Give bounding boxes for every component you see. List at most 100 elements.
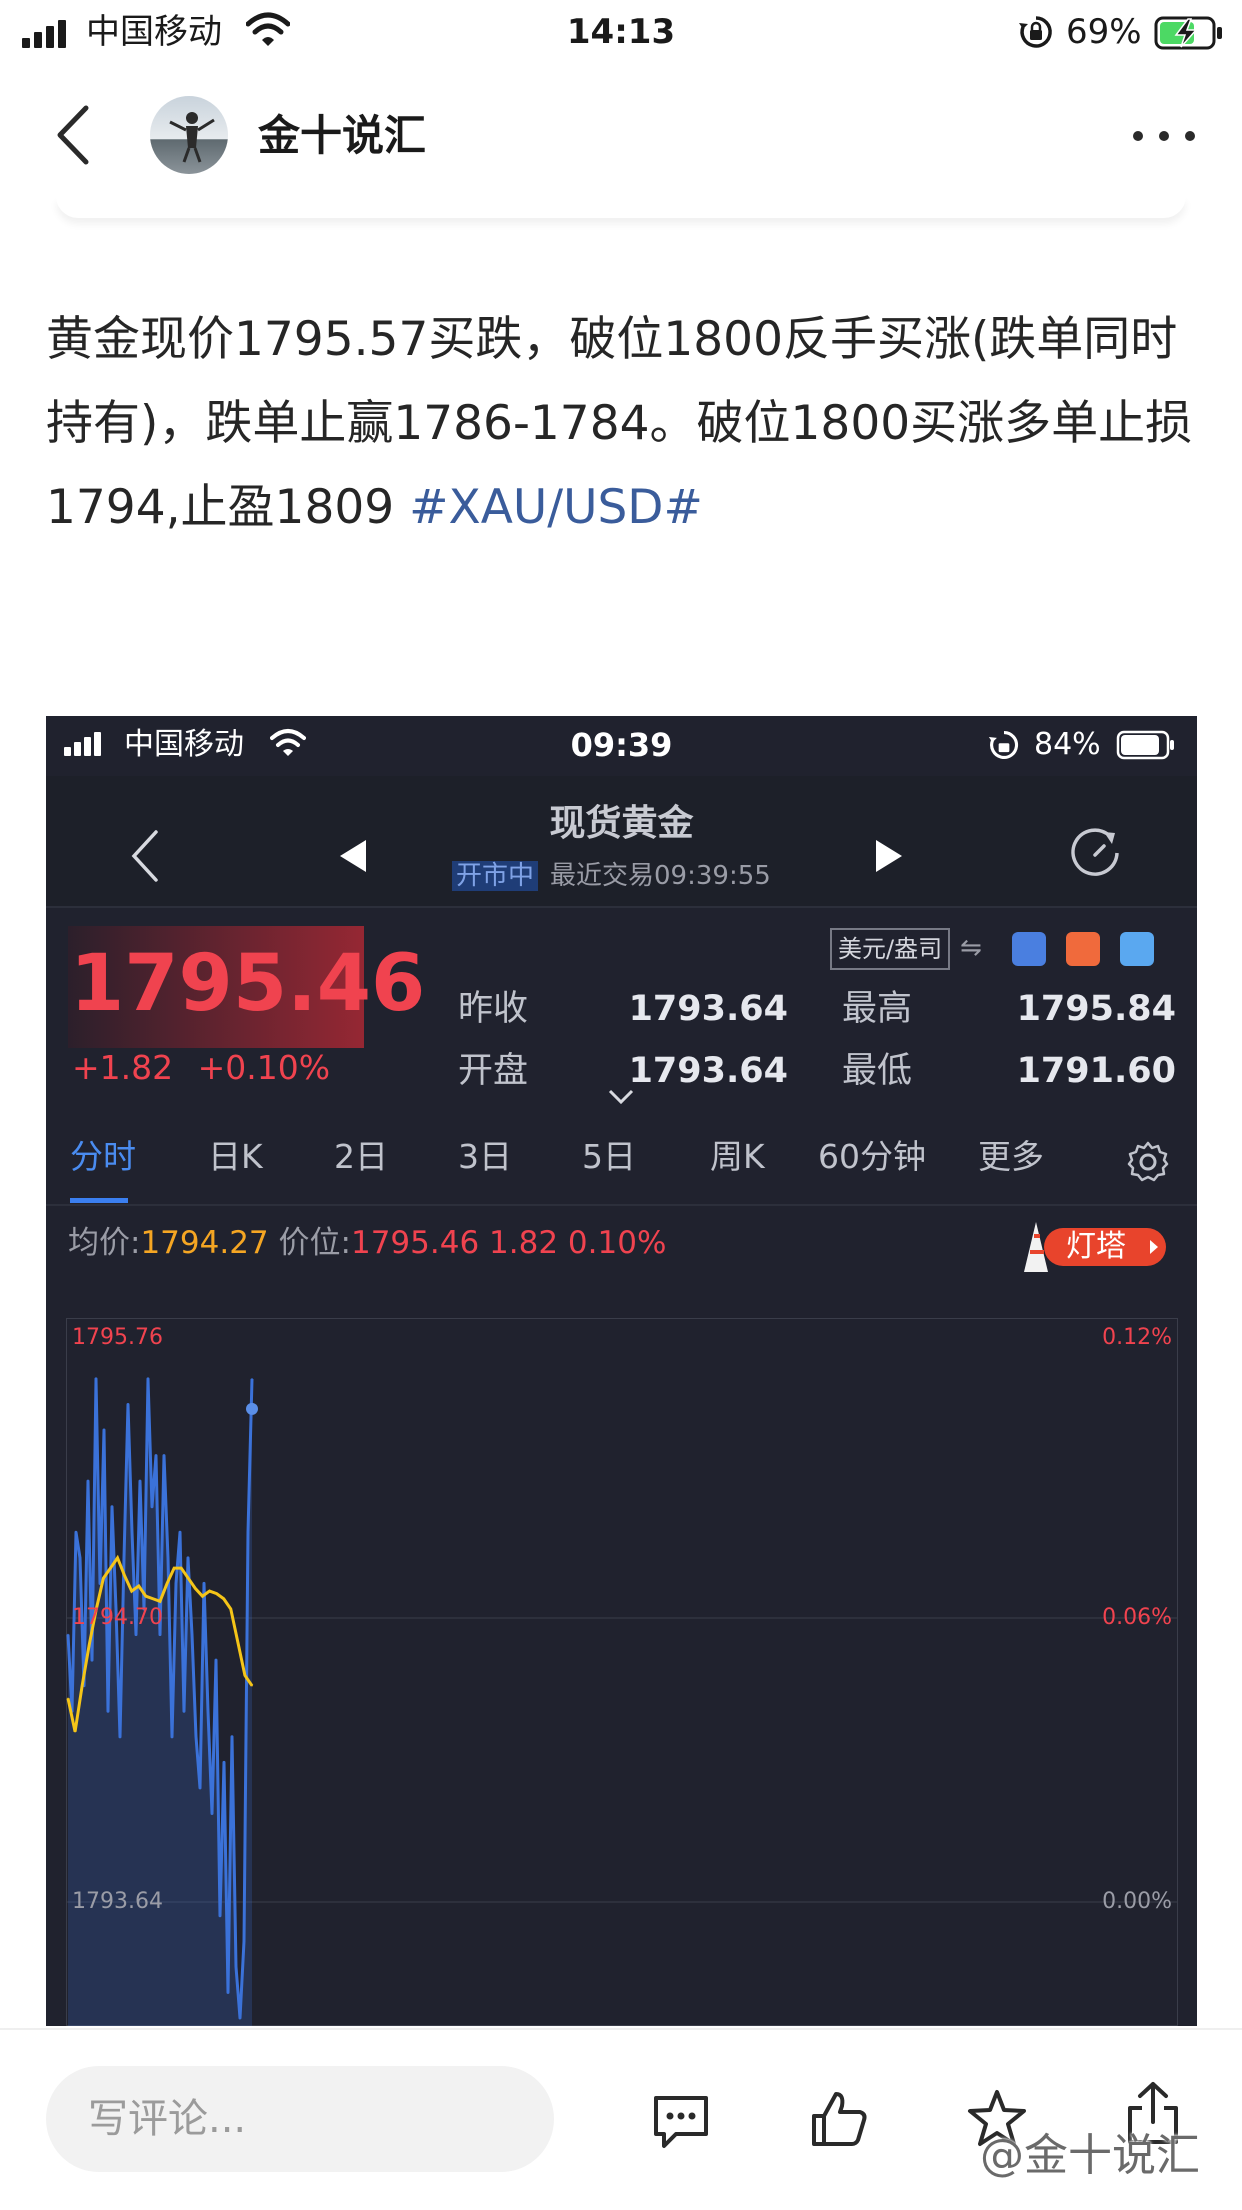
average-point <box>244 1674 246 1677</box>
last-price-marker <box>246 1402 258 1415</box>
lighthouse-badge[interactable]: 灯塔 <box>1014 1218 1168 1274</box>
header-card-edge <box>56 196 1186 218</box>
tab-3-day[interactable]: 3日 <box>458 1132 512 1182</box>
price-point <box>79 1557 81 1559</box>
average-point <box>137 1585 140 1587</box>
lighthouse-tool-icon[interactable] <box>1066 932 1100 966</box>
embedded-header: 现货黄金 开市中 最近交易09:39:55 <box>46 776 1197 908</box>
chart-period-tabs: 分时 日K 2日 3日 5日 周K 60分钟 更多 <box>46 1118 1197 1206</box>
avg-row-change-pct: 0.10% <box>567 1225 667 1261</box>
status-bar: 中国移动 14:13 69% <box>0 0 1242 64</box>
average-point <box>187 1577 190 1580</box>
price-point <box>159 1633 161 1636</box>
average-price-row: 均价:1794.27 价位:1795.46 1.82 0.10% <box>68 1220 666 1266</box>
price-point <box>139 1480 141 1482</box>
embedded-time: 09:39 <box>570 726 673 764</box>
price-point <box>123 1557 125 1559</box>
price-point <box>183 1710 185 1713</box>
last-price-dot <box>246 1402 258 1415</box>
intraday-chart[interactable]: 1795.76 1794.70 1793.64 0.12% 0.06% 0.00… <box>66 1318 1178 2026</box>
price-point <box>191 1633 193 1636</box>
more-options-button[interactable] <box>1128 116 1200 156</box>
average-point <box>74 1730 76 1733</box>
back-button[interactable] <box>40 100 110 170</box>
price-point <box>219 1914 221 1917</box>
unit-swap-icon[interactable]: ⇋ <box>960 930 982 966</box>
tab-2-day[interactable]: 2日 <box>334 1132 388 1182</box>
active-tab-indicator <box>70 1198 128 1203</box>
rotation-lock-icon <box>1019 16 1052 48</box>
pie-chart-tool-icon[interactable] <box>1120 932 1154 966</box>
average-point <box>123 1574 126 1577</box>
price-point <box>95 1378 97 1380</box>
author-name[interactable]: 金十说汇 <box>258 108 426 164</box>
battery-percentage: 69% <box>1066 12 1142 52</box>
price-point <box>107 1710 109 1713</box>
average-point <box>116 1557 119 1559</box>
comment-input[interactable] <box>46 2066 554 2172</box>
change-value: +1.82 <box>72 1048 174 1087</box>
watermark: @金十说汇 <box>980 2130 1200 2181</box>
average-point <box>81 1684 83 1687</box>
embedded-screenshot[interactable]: 中国移动 09:39 84% 现货黄金 开市中 最近交易09:39:55 179… <box>46 716 1197 2026</box>
gear-icon[interactable] <box>1126 1140 1170 1184</box>
average-point <box>166 1582 168 1585</box>
market-status-row: 开市中 最近交易09:39:55 <box>452 858 771 894</box>
price-point <box>67 1633 69 1636</box>
average-point <box>222 1597 225 1600</box>
price-point <box>87 1480 89 1482</box>
percent-tool-icon[interactable] <box>1012 932 1046 966</box>
low-label: 最低 <box>842 1051 913 1091</box>
price-point <box>163 1454 165 1457</box>
price-point <box>207 1710 209 1713</box>
price-point <box>199 1787 201 1789</box>
unit-selector[interactable]: 美元/盎司 <box>830 928 951 970</box>
average-point <box>194 1587 197 1590</box>
bottom-action-bar: @金十说汇 <box>0 2028 1242 2210</box>
avg-row-change: 1.82 <box>489 1225 559 1261</box>
tab-60-minute[interactable]: 60分钟 <box>818 1132 926 1182</box>
average-point <box>102 1577 105 1580</box>
tab-5-day[interactable]: 5日 <box>582 1132 636 1182</box>
instrument-title: 现货黄金 <box>549 803 694 844</box>
price-point <box>131 1531 133 1534</box>
author-avatar[interactable] <box>150 96 228 174</box>
prev-close-label: 昨收 <box>458 989 529 1029</box>
next-instrument-icon[interactable] <box>872 838 906 874</box>
open-label: 开盘 <box>458 1051 529 1091</box>
price-point <box>91 1659 93 1661</box>
tab-weekly-k[interactable]: 周K <box>710 1132 765 1182</box>
price-point <box>239 2017 241 2019</box>
price-point <box>167 1557 169 1559</box>
refresh-icon[interactable] <box>1066 824 1124 882</box>
thumbs-up-icon[interactable] <box>808 2088 870 2150</box>
average-point <box>130 1590 133 1592</box>
expand-chevron-icon[interactable] <box>606 1086 636 1108</box>
quote-panel: 1795.46 +1.82 +0.10% 美元/盎司 ⇋ 昨收 1793.64 … <box>46 908 1197 1118</box>
tab-more[interactable]: 更多 <box>978 1132 1044 1182</box>
post-hashtag[interactable]: #XAU/USD# <box>409 480 703 535</box>
price-point <box>211 1812 213 1815</box>
high-label: 最高 <box>842 989 913 1029</box>
average-point <box>145 1595 147 1597</box>
status-time: 14:13 <box>566 12 676 52</box>
price-point <box>247 1531 249 1534</box>
tab-intraday[interactable]: 分时 <box>70 1132 136 1182</box>
price-level-label: 价位: <box>278 1225 351 1261</box>
embedded-battery-percentage: 84% <box>1034 727 1101 762</box>
current-price: 1795.46 <box>70 939 426 1029</box>
last-trade-time: 最近交易09:39:55 <box>550 861 771 891</box>
tab-daily-k[interactable]: 日K <box>208 1132 263 1182</box>
battery-charging-icon <box>1154 16 1222 50</box>
price-level-value: 1795.46 <box>350 1225 480 1261</box>
avg-label: 均价: <box>68 1225 141 1261</box>
comment-icon[interactable] <box>650 2092 712 2152</box>
price-point <box>243 1940 245 1943</box>
average-point <box>201 1595 204 1597</box>
price-point <box>147 1378 149 1380</box>
y-label-bottom: 1793.64 <box>72 1889 163 1914</box>
y-pct-bottom: 0.00% <box>1102 1889 1172 1914</box>
price-point <box>235 1966 237 1968</box>
price-point <box>171 1735 173 1738</box>
average-point <box>152 1597 154 1600</box>
